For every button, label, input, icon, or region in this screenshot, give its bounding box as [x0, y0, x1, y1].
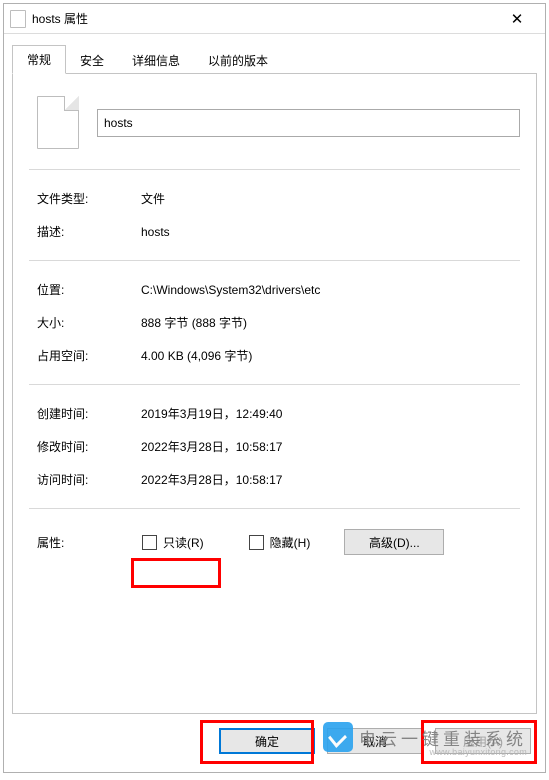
- row-size-on-disk: 占用空间: 4.00 KB (4,096 字节): [29, 339, 520, 372]
- row-attributes: 属性: 只读(R) 隐藏(H) 高级(D)...: [29, 521, 520, 563]
- apply-button[interactable]: 应用(A): [435, 728, 531, 754]
- label-size: 大小:: [37, 314, 141, 331]
- tab-previous-versions[interactable]: 以前的版本: [194, 47, 282, 74]
- label-accessed: 访问时间:: [37, 471, 141, 488]
- general-panel: 文件类型: 文件 描述: hosts 位置: C:\Windows\System…: [12, 73, 537, 714]
- value-accessed: 2022年3月28日，10:58:17: [141, 471, 282, 488]
- advanced-button[interactable]: 高级(D)...: [344, 529, 444, 555]
- divider: [29, 384, 520, 385]
- value-location: C:\Windows\System32\drivers\etc: [141, 283, 320, 297]
- filename-row: [29, 90, 520, 149]
- tab-details[interactable]: 详细信息: [118, 47, 194, 74]
- row-created: 创建时间: 2019年3月19日，12:49:40: [29, 397, 520, 430]
- properties-dialog: hosts 属性 ✕ 常规 安全 详细信息 以前的版本 文件类型: 文件 描述:…: [3, 3, 546, 773]
- value-size-on-disk: 4.00 KB (4,096 字节): [141, 347, 252, 364]
- filename-input[interactable]: [97, 109, 520, 137]
- ok-button[interactable]: 确定: [219, 728, 315, 754]
- row-accessed: 访问时间: 2022年3月28日，10:58:17: [29, 463, 520, 496]
- dialog-footer: 确定 取消 应用(A): [4, 714, 545, 772]
- file-large-icon: [37, 96, 79, 149]
- divider: [29, 260, 520, 261]
- checkbox-icon: [142, 535, 157, 550]
- close-icon[interactable]: ✕: [495, 5, 539, 33]
- row-location: 位置: C:\Windows\System32\drivers\etc: [29, 273, 520, 306]
- checkbox-readonly-label: 只读(R): [163, 534, 204, 551]
- label-created: 创建时间:: [37, 405, 141, 422]
- value-filetype: 文件: [141, 190, 165, 207]
- label-attributes: 属性:: [37, 534, 141, 551]
- tab-general[interactable]: 常规: [12, 45, 66, 74]
- window-title: hosts 属性: [32, 10, 495, 27]
- checkbox-hidden-label: 隐藏(H): [270, 534, 311, 551]
- checkbox-readonly[interactable]: 只读(R): [141, 533, 208, 552]
- checkbox-hidden[interactable]: 隐藏(H): [248, 533, 315, 552]
- value-description: hosts: [141, 225, 170, 239]
- divider: [29, 169, 520, 170]
- checkbox-icon: [249, 535, 264, 550]
- value-modified: 2022年3月28日，10:58:17: [141, 438, 282, 455]
- titlebar: hosts 属性 ✕: [4, 4, 545, 34]
- value-created: 2019年3月19日，12:49:40: [141, 405, 282, 422]
- label-modified: 修改时间:: [37, 438, 141, 455]
- row-filetype: 文件类型: 文件: [29, 182, 520, 215]
- divider: [29, 508, 520, 509]
- row-description: 描述: hosts: [29, 215, 520, 248]
- tab-security[interactable]: 安全: [66, 47, 118, 74]
- row-size: 大小: 888 字节 (888 字节): [29, 306, 520, 339]
- label-location: 位置:: [37, 281, 141, 298]
- file-icon: [10, 10, 26, 28]
- tabstrip: 常规 安全 详细信息 以前的版本: [4, 44, 545, 74]
- cancel-button[interactable]: 取消: [327, 728, 423, 754]
- value-size: 888 字节 (888 字节): [141, 314, 247, 331]
- row-modified: 修改时间: 2022年3月28日，10:58:17: [29, 430, 520, 463]
- label-description: 描述:: [37, 223, 141, 240]
- label-filetype: 文件类型:: [37, 190, 141, 207]
- label-size-on-disk: 占用空间:: [37, 347, 141, 364]
